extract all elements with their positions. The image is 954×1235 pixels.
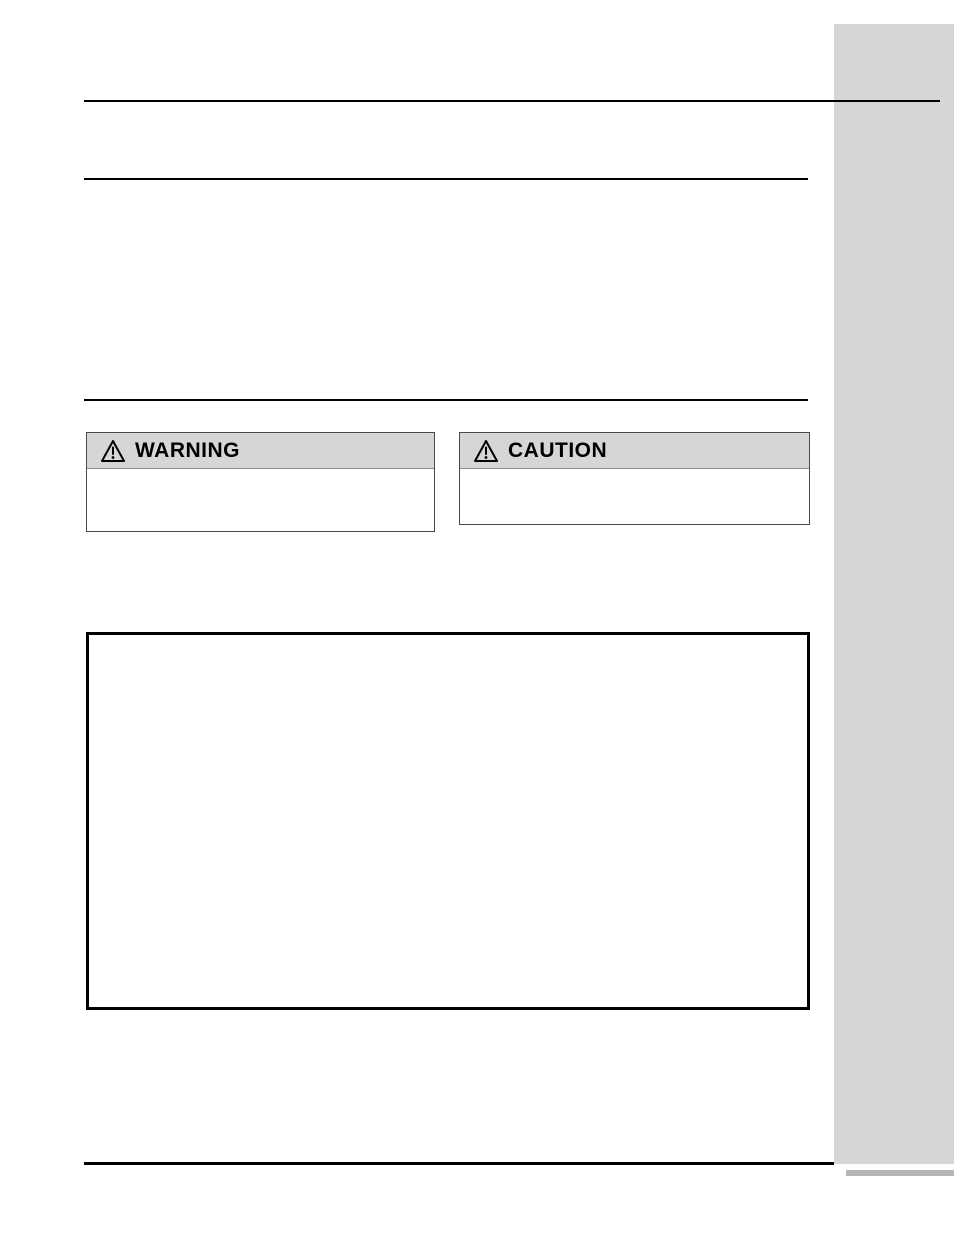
- document-page: WARNING CAUTION: [0, 0, 954, 1235]
- caution-label: CAUTION: [508, 439, 607, 463]
- rule-top-1: [84, 100, 940, 102]
- caution-body: [460, 469, 809, 524]
- warning-body: [87, 469, 434, 531]
- caution-callout: CAUTION: [459, 432, 810, 525]
- warning-header: WARNING: [87, 433, 434, 469]
- rule-bottom: [84, 1162, 834, 1165]
- rule-top-2: [84, 178, 808, 180]
- warning-label: WARNING: [135, 439, 240, 463]
- warning-callout: WARNING: [86, 432, 435, 532]
- section-tab-shadow: [846, 1170, 954, 1176]
- caution-header: CAUTION: [460, 433, 809, 469]
- content-panel: [86, 632, 810, 1010]
- rule-mid: [84, 399, 808, 401]
- alert-triangle-icon: [474, 440, 498, 462]
- alert-triangle-icon: [101, 440, 125, 462]
- section-tab: [834, 24, 954, 1164]
